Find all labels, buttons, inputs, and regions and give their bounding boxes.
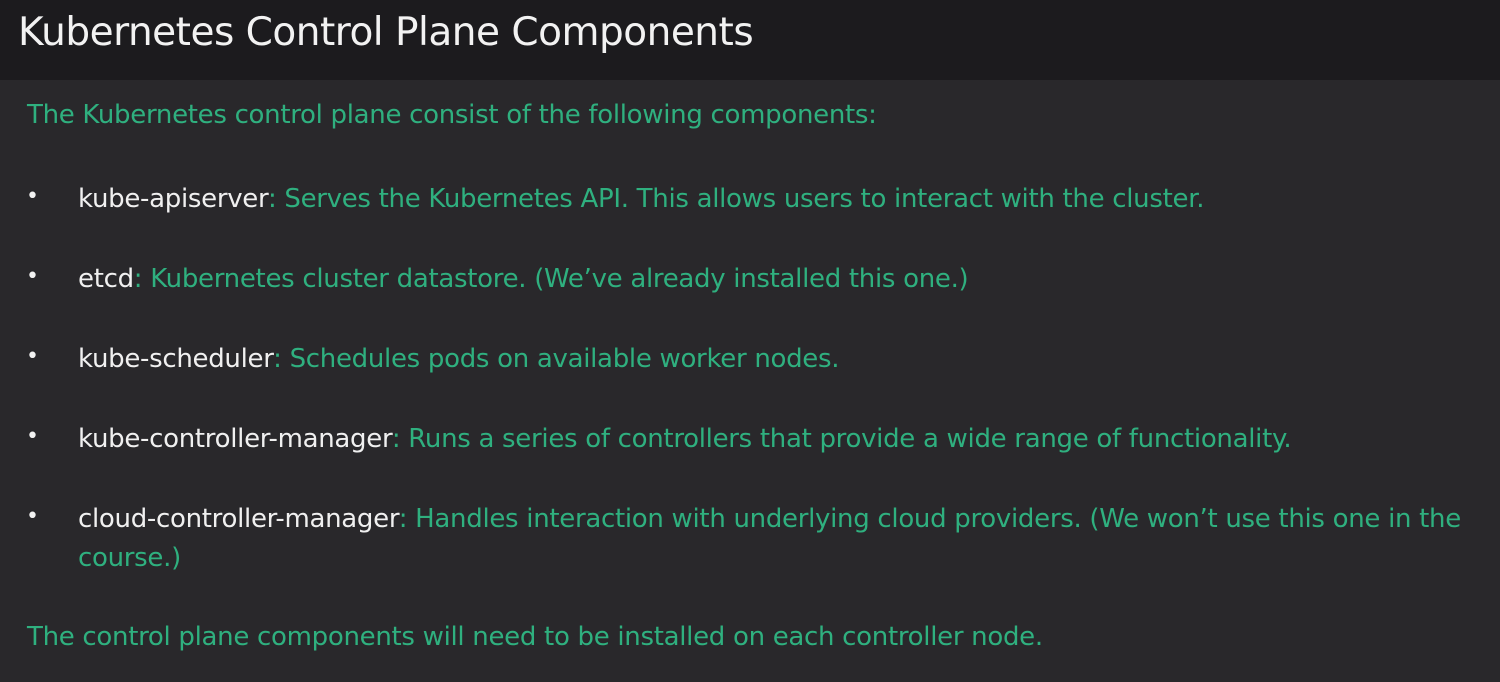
outro-text: The control plane components will need t… <box>27 622 1043 652</box>
bullet: • <box>26 344 39 369</box>
component-term: kube-apiserver <box>78 184 268 214</box>
component-term: kube-scheduler <box>78 344 274 374</box>
component-description: : Schedules pods on available worker nod… <box>273 344 840 374</box>
bullet: • <box>26 424 39 449</box>
slide-title: Kubernetes Control Plane Components <box>18 10 754 55</box>
component-description: : Serves the Kubernetes API. This allows… <box>267 184 1205 214</box>
bullet: • <box>26 264 39 289</box>
bullet: • <box>26 504 39 529</box>
component-description: : Kubernetes cluster datastore. (We’ve a… <box>133 264 969 294</box>
component-term: etcd <box>78 264 134 294</box>
component-term: cloud-controller-manager <box>78 504 399 534</box>
component-term: kube-controller-manager <box>78 424 392 454</box>
slide-content: The Kubernetes control plane consist of … <box>0 80 1500 682</box>
bullet: • <box>26 184 39 209</box>
title-bar: Kubernetes Control Plane Components <box>0 0 1500 80</box>
intro-text: The Kubernetes control plane consist of … <box>27 100 877 130</box>
component-description: : Runs a series of controllers that prov… <box>391 424 1292 454</box>
